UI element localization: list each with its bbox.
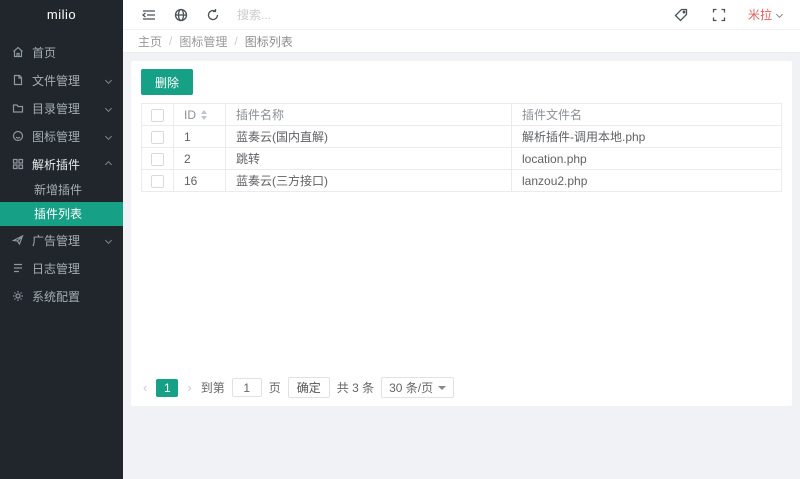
table-row: 1 蓝奏云(国内直解) 解析插件-调用本地.php xyxy=(142,126,782,148)
per-page-label: 30 条/页 xyxy=(389,379,433,396)
column-header-file: 插件文件名 xyxy=(512,104,782,126)
goto-page-input[interactable] xyxy=(232,378,262,397)
smiley-icon xyxy=(12,130,24,142)
column-header-id: ID xyxy=(184,108,196,122)
page-unit-label: 页 xyxy=(269,379,281,396)
breadcrumb-current: 图标列表 xyxy=(245,33,293,50)
file-icon xyxy=(12,74,24,86)
sidebar-item-label: 文件管理 xyxy=(32,72,80,89)
breadcrumb-home[interactable]: 主页 xyxy=(138,33,162,50)
folder-icon xyxy=(12,102,24,114)
cell-id: 1 xyxy=(174,126,226,148)
log-icon xyxy=(12,262,24,274)
home-icon xyxy=(12,46,24,58)
sidebar-item-label: 解析插件 xyxy=(32,156,80,173)
breadcrumb-separator: / xyxy=(169,34,172,48)
sidebar-item-icons[interactable]: 图标管理 xyxy=(0,122,123,150)
chevron-down-icon xyxy=(776,11,783,18)
sidebar-item-label: 首页 xyxy=(32,44,56,61)
sidebar-subitem-label: 插件列表 xyxy=(34,207,82,221)
sidebar-subitem-plugin-list[interactable]: 插件列表 xyxy=(0,202,123,226)
chevron-down-icon xyxy=(105,236,112,243)
cell-file: lanzou2.php xyxy=(512,170,782,192)
cell-file: 解析插件-调用本地.php xyxy=(512,126,782,148)
caret-down-icon xyxy=(438,386,446,390)
goto-label: 到第 xyxy=(201,379,225,396)
topbar: 米拉 xyxy=(123,0,800,30)
puzzle-icon xyxy=(12,158,24,170)
user-name: 米拉 xyxy=(748,6,772,23)
chevron-down-icon xyxy=(105,76,112,83)
sidebar-item-logs[interactable]: 日志管理 xyxy=(0,254,123,282)
row-checkbox[interactable] xyxy=(151,153,164,166)
sidebar-item-label: 图标管理 xyxy=(32,128,80,145)
cell-id: 16 xyxy=(174,170,226,192)
sidebar-item-settings[interactable]: 系统配置 xyxy=(0,282,123,310)
row-checkbox[interactable] xyxy=(151,175,164,188)
column-header-name: 插件名称 xyxy=(226,104,512,126)
cell-name: 蓝奏云(国内直解) xyxy=(226,126,512,148)
total-count-label: 共 3 条 xyxy=(337,379,374,396)
cell-name: 跳转 xyxy=(226,148,512,170)
fullscreen-icon[interactable] xyxy=(700,0,738,30)
sidebar-item-files[interactable]: 文件管理 xyxy=(0,66,123,94)
chevron-up-icon xyxy=(105,160,112,167)
sidebar-item-directory[interactable]: 目录管理 xyxy=(0,94,123,122)
table-header-row: ID 插件名称 插件文件名 xyxy=(142,104,782,126)
sidebar-item-home[interactable]: 首页 xyxy=(0,38,123,66)
goto-confirm-button[interactable]: 确定 xyxy=(288,377,330,398)
plugin-table: ID 插件名称 插件文件名 1 蓝奏云(国内直解) 解析插件-调用本地.php xyxy=(141,103,782,192)
sidebar-item-plugins[interactable]: 解析插件 xyxy=(0,150,123,178)
megaphone-icon xyxy=(12,234,24,246)
sidebar-submenu-plugins: 新增插件 插件列表 xyxy=(0,178,123,226)
sidebar-item-label: 日志管理 xyxy=(32,260,80,277)
plugin-list-card: 删除 ID 插件名称 插件文件名 1 xyxy=(131,61,792,406)
chevron-down-icon xyxy=(105,132,112,139)
sidebar: milio 首页 文件管理 目录管理 图标管理 xyxy=(0,0,123,479)
cell-id: 2 xyxy=(174,148,226,170)
table-row: 2 跳转 location.php xyxy=(142,148,782,170)
app-logo: milio xyxy=(0,0,123,30)
gear-icon xyxy=(12,290,24,302)
sort-icon[interactable] xyxy=(201,110,207,120)
topbar-right: 米拉 xyxy=(662,0,790,30)
row-checkbox[interactable] xyxy=(151,131,164,144)
per-page-select[interactable]: 30 条/页 xyxy=(381,377,454,398)
sidebar-item-label: 广告管理 xyxy=(32,232,80,249)
current-page-button[interactable]: 1 xyxy=(156,379,178,397)
select-all-checkbox[interactable] xyxy=(151,109,164,122)
sidebar-item-ads[interactable]: 广告管理 xyxy=(0,226,123,254)
delete-button[interactable]: 删除 xyxy=(141,69,193,95)
refresh-icon[interactable] xyxy=(197,0,229,30)
card-spacer xyxy=(141,192,782,377)
sidebar-item-label: 系统配置 xyxy=(32,288,80,305)
next-page-button[interactable]: › xyxy=(185,380,193,395)
chevron-down-icon xyxy=(105,104,112,111)
breadcrumb: 主页 / 图标管理 / 图标列表 xyxy=(123,30,800,53)
cell-file: location.php xyxy=(512,148,782,170)
sidebar-subitem-label: 新增插件 xyxy=(34,183,82,197)
collapse-menu-icon[interactable] xyxy=(133,0,165,30)
breadcrumb-icon-manage[interactable]: 图标管理 xyxy=(179,33,227,50)
breadcrumb-separator: / xyxy=(234,34,237,48)
tag-icon[interactable] xyxy=(662,0,700,30)
search-input[interactable] xyxy=(237,8,367,22)
content-area: 删除 ID 插件名称 插件文件名 1 xyxy=(123,53,800,479)
prev-page-button[interactable]: ‹ xyxy=(141,380,149,395)
sidebar-subitem-add-plugin[interactable]: 新增插件 xyxy=(0,178,123,202)
sidebar-nav: 首页 文件管理 目录管理 图标管理 解 xyxy=(0,30,123,310)
main-area: 米拉 主页 / 图标管理 / 图标列表 删除 ID xyxy=(123,0,800,479)
sidebar-item-label: 目录管理 xyxy=(32,100,80,117)
user-menu[interactable]: 米拉 xyxy=(748,6,782,23)
globe-icon[interactable] xyxy=(165,0,197,30)
pagination: ‹ 1 › 到第 页 确定 共 3 条 30 条/页 xyxy=(141,377,782,398)
cell-name: 蓝奏云(三方接口) xyxy=(226,170,512,192)
table-row: 16 蓝奏云(三方接口) lanzou2.php xyxy=(142,170,782,192)
